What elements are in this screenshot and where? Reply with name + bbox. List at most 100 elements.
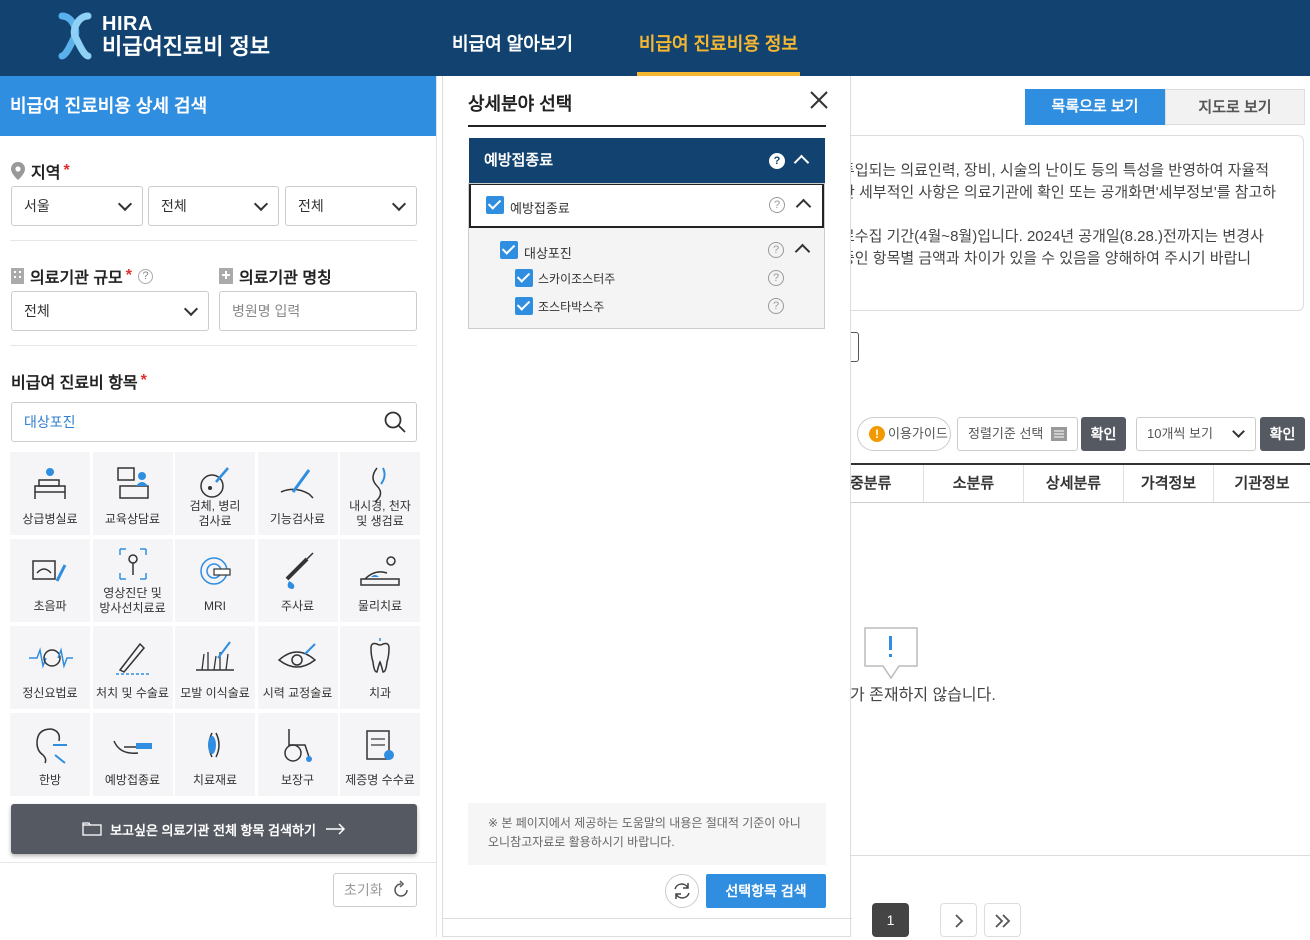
tile-label: 모발 이식술료 bbox=[180, 686, 250, 700]
hira-logo[interactable]: HIRA 비급여진료비 정보 bbox=[56, 12, 270, 60]
syringe-icon bbox=[285, 552, 314, 589]
building-icon bbox=[11, 268, 24, 284]
scale-select[interactable]: 전체 bbox=[11, 291, 209, 331]
nav-item-about[interactable]: 비급여 알아보기 bbox=[450, 0, 575, 76]
tree-item[interactable]: 예방접종료 ? bbox=[469, 184, 824, 228]
eye-icon bbox=[277, 643, 316, 668]
checkbox-checked[interactable] bbox=[515, 269, 533, 287]
tile-label: 처치 및 수술료 bbox=[96, 686, 169, 700]
usage-guide-button[interactable]: ! 이용가이드 bbox=[857, 417, 951, 451]
tile-treatment-material[interactable]: 치료재료 bbox=[175, 713, 255, 796]
checkbox-checked[interactable] bbox=[500, 241, 518, 259]
hospital-name-input[interactable]: 병원명 입력 bbox=[219, 291, 417, 331]
chevron-right-icon bbox=[954, 914, 963, 928]
next-page-button[interactable] bbox=[940, 903, 977, 937]
folder-icon bbox=[82, 822, 102, 836]
tile-physiotherapy[interactable]: 물리치료 bbox=[340, 539, 420, 622]
tile-radiology[interactable]: 영상진단 및 방사선치료료 bbox=[92, 539, 173, 622]
tab-map-view[interactable]: 지도로 보기 bbox=[1165, 89, 1305, 125]
category-tile-grid: 상급병실료 교육상담료 검체, 병리 검사료 기능검사료 내시경, 천자 및 생… bbox=[10, 452, 420, 796]
tile-hair-transplant[interactable]: 모발 이식술료 bbox=[175, 626, 255, 709]
help-icon[interactable]: ? bbox=[769, 197, 785, 213]
item-search-input[interactable]: 대상포진 bbox=[11, 402, 417, 442]
tree-item-label: 조스타박스주 bbox=[538, 300, 605, 314]
tile-psychotherapy[interactable]: 정신요법료 bbox=[10, 626, 90, 709]
info-speech-bubble-icon bbox=[864, 627, 918, 680]
select-value: 전체 bbox=[24, 303, 50, 319]
tile-ultrasound[interactable]: 초음파 bbox=[10, 539, 90, 622]
tile-certificate-fee[interactable]: 제증명 수수료 bbox=[340, 713, 420, 796]
tile-injection[interactable]: 주사료 bbox=[257, 539, 338, 622]
panel-title: 비급여 진료비용 상세 검색 bbox=[0, 76, 436, 136]
sort-select[interactable]: 정렬기준 선택 bbox=[957, 417, 1078, 451]
checkbox-checked[interactable] bbox=[486, 196, 504, 214]
tooth-icon bbox=[370, 638, 390, 673]
notice-line: 투입되는 의료인력, 장비, 시술의 난이도 등의 특성을 반영하여 자율적 bbox=[841, 162, 1270, 179]
tile-dental[interactable]: 치과 bbox=[340, 626, 420, 709]
logo-ko-text: 비급여진료비 정보 bbox=[102, 33, 271, 59]
search-icon[interactable] bbox=[384, 411, 406, 433]
help-icon[interactable]: ? bbox=[768, 298, 784, 314]
chevron-up-icon[interactable] bbox=[794, 243, 811, 260]
page-size-confirm-button[interactable]: 확인 bbox=[1260, 417, 1305, 451]
acupuncture-ear-icon bbox=[36, 728, 67, 764]
checkbox-checked[interactable] bbox=[515, 297, 533, 315]
help-icon[interactable]: ? bbox=[768, 242, 784, 258]
tile-label: 상급병실료 bbox=[22, 512, 78, 526]
divider bbox=[468, 125, 826, 127]
nav-item-cost-info[interactable]: 비급여 진료비용 정보 bbox=[636, 0, 801, 76]
top-header: HIRA 비급여진료비 정보 비급여 알아보기 비급여 진료비용 정보 bbox=[0, 0, 1310, 76]
warning-icon: ! bbox=[869, 426, 885, 442]
region-sido-select[interactable]: 서울 bbox=[11, 186, 143, 226]
tile-ward-fee[interactable]: 상급병실료 bbox=[10, 452, 90, 535]
tile-vaccination[interactable]: 예방접종료 bbox=[92, 713, 173, 796]
tile-endoscopy[interactable]: 내시경, 천자 및 생검료 bbox=[340, 452, 420, 535]
tile-function-test[interactable]: 기능검사료 bbox=[257, 452, 338, 535]
search-selected-button[interactable]: 선택항목 검색 bbox=[706, 874, 826, 908]
divider bbox=[443, 918, 852, 919]
double-chevron-right-icon bbox=[994, 914, 1010, 928]
select-value: 정렬기준 선택 bbox=[968, 426, 1044, 441]
reset-button[interactable]: 초기화 bbox=[333, 873, 417, 907]
endoscope-icon bbox=[372, 467, 386, 503]
help-icon[interactable]: ? bbox=[138, 268, 153, 284]
chevron-down-icon bbox=[183, 301, 199, 317]
sort-confirm-button[interactable]: 확인 bbox=[1081, 417, 1126, 451]
column-header: 상세분류 bbox=[1024, 465, 1124, 502]
tile-mri[interactable]: MRI bbox=[175, 539, 255, 622]
tile-label: 기능검사료 bbox=[269, 512, 326, 526]
region-sigungu-select[interactable]: 전체 bbox=[148, 186, 279, 226]
chevron-up-icon[interactable] bbox=[795, 198, 812, 215]
tree-item-label: 대상포진 bbox=[524, 246, 572, 261]
chevron-down-icon bbox=[253, 196, 269, 212]
notice-line: 료수집 기간(4월~8월)입니다. 2024년 공개일(8.28.)전까지는 변… bbox=[841, 228, 1264, 245]
notice-line: 한 세부적인 사항은 의료기관에 확인 또는 공개화면'세부정보'를 참고하 bbox=[841, 184, 1277, 201]
tile-surgery[interactable]: 처치 및 수술료 bbox=[92, 626, 173, 709]
page-number-current[interactable]: 1 bbox=[872, 903, 909, 937]
chevron-up-icon[interactable] bbox=[793, 154, 810, 171]
region-dong-select[interactable]: 전체 bbox=[285, 186, 417, 226]
reset-selection-button[interactable] bbox=[665, 874, 699, 908]
close-icon[interactable] bbox=[809, 90, 829, 110]
help-icon[interactable]: ? bbox=[768, 270, 784, 286]
tile-oriental-medicine[interactable]: 한방 bbox=[10, 713, 90, 796]
tile-assistive-device[interactable]: 보장구 bbox=[257, 713, 338, 796]
tile-specimen-test[interactable]: 검체, 병리 검사료 bbox=[175, 452, 255, 535]
tile-vision-correction[interactable]: 시력 교정술료 bbox=[257, 626, 338, 709]
tile-label: 내시경, 천자 및 생검료 bbox=[349, 499, 411, 528]
select-value: 10개씩 보기 bbox=[1147, 426, 1213, 441]
tile-label: MRI bbox=[204, 599, 226, 613]
tile-counseling-fee[interactable]: 교육상담료 bbox=[92, 452, 173, 535]
search-all-items-button[interactable]: 보고싶은 의료기관 전체 항목 검색하기 bbox=[11, 804, 417, 854]
detail-search-panel: 비급여 진료비용 상세 검색 지역 * 서울 전체 전체 의료기관 규모 *? 전체… bbox=[0, 76, 437, 937]
page-size-select[interactable]: 10개씩 보기 bbox=[1136, 417, 1256, 451]
help-icon[interactable]: ? bbox=[769, 153, 785, 169]
results-table-header: 중분류 소분류 상세분류 가격정보 기관정보 bbox=[850, 463, 1310, 503]
last-page-button[interactable] bbox=[984, 903, 1021, 937]
items-label: 비급여 진료비 항목 * bbox=[11, 369, 147, 393]
chevron-down-icon bbox=[1232, 425, 1245, 438]
category-header[interactable]: 예방접종료 ? bbox=[469, 138, 825, 184]
tile-label: 초음파 bbox=[33, 599, 67, 613]
tab-list-view[interactable]: 목록으로 보기 bbox=[1025, 89, 1165, 125]
category-tree: 예방접종료 ? 대상포진 ? 스카이조스터주 ? 조스타박스주 ? bbox=[468, 183, 825, 329]
